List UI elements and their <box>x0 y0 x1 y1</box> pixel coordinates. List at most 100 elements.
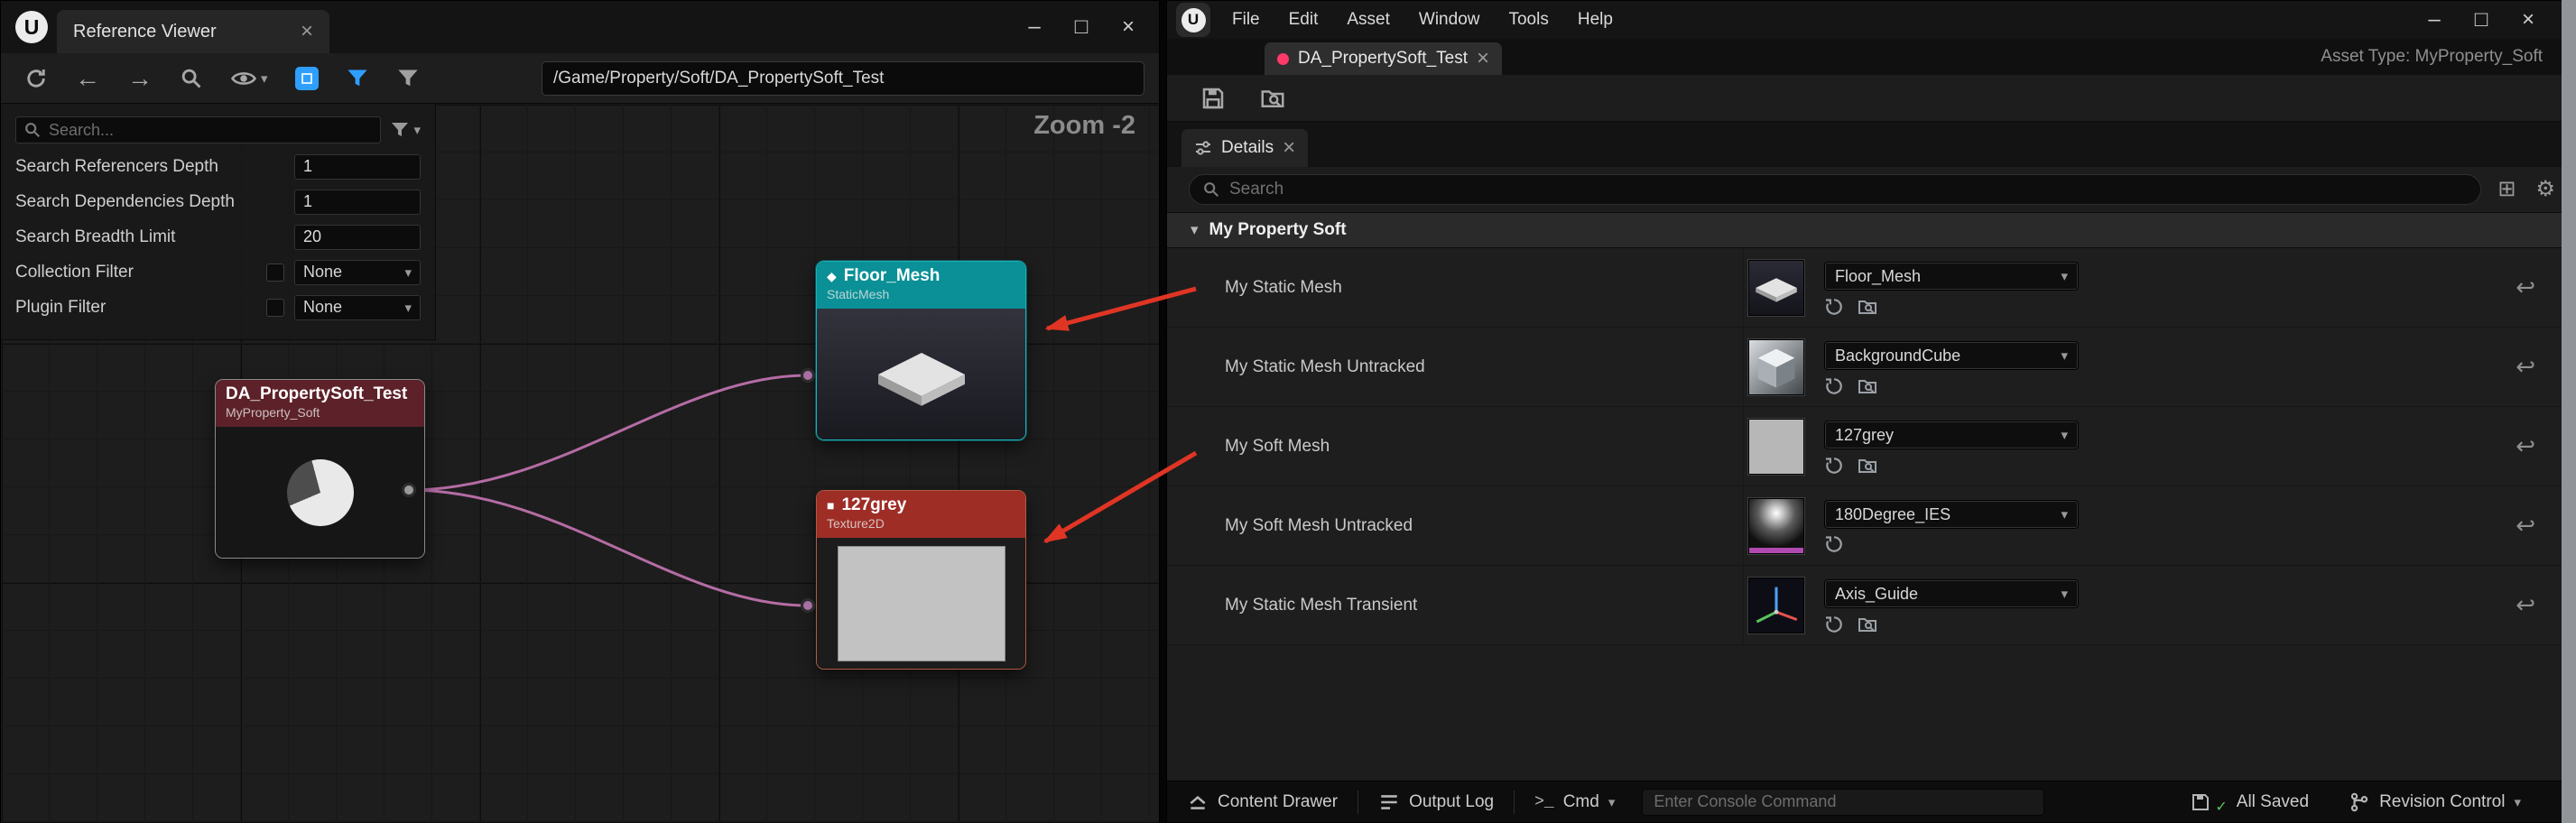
plugin-filter-label: Plugin Filter <box>15 298 266 318</box>
browse-to-button[interactable] <box>1857 375 1878 397</box>
graph-filter-options-button[interactable]: ▾ <box>390 120 421 140</box>
asset-tab[interactable]: DA_PropertySoft_Test × <box>1265 42 1502 75</box>
history-forward-button[interactable]: → <box>127 66 153 91</box>
chevron-down-icon: ▾ <box>2061 268 2068 284</box>
maximize-button[interactable]: □ <box>2458 1 2505 39</box>
screen: { "icons": { "close": "×", "minimize": "… <box>0 0 2576 823</box>
unreal-badge[interactable]: U <box>1176 3 1210 37</box>
duplicate-view-button[interactable] <box>295 67 319 90</box>
dependencies-depth-input[interactable] <box>294 190 421 215</box>
node-input-pin[interactable] <box>801 368 815 383</box>
browse-to-button[interactable] <box>1857 296 1878 318</box>
all-saved-button[interactable]: ✓ All Saved <box>2170 781 2329 823</box>
settings-gear-icon[interactable]: ⚙ <box>2535 176 2555 202</box>
close-window-button[interactable]: × <box>2505 1 2552 39</box>
menu-help[interactable]: Help <box>1563 1 1627 39</box>
reset-to-default-button[interactable]: ↩ <box>2516 432 2535 460</box>
window-controls: – □ × <box>1011 1 1152 53</box>
chevron-down-icon: ▾ <box>2061 347 2068 364</box>
cmd-dropdown-button[interactable]: >_ Cmd ▾ <box>1515 781 1635 823</box>
menu-tools[interactable]: Tools <box>1494 1 1562 39</box>
use-selected-button[interactable] <box>1824 534 1844 554</box>
use-selected-button[interactable] <box>1824 297 1844 317</box>
close-tab-icon[interactable]: × <box>1477 46 1489 71</box>
maximize-button[interactable]: □ <box>1058 1 1105 53</box>
asset-path-input[interactable] <box>553 69 1133 88</box>
browse-to-button[interactable] <box>1857 455 1878 476</box>
asset-picker-dropdown[interactable]: Floor_Mesh ▾ <box>1824 262 2079 291</box>
check-icon: ✓ <box>2215 798 2227 816</box>
content-drawer-button[interactable]: Content Drawer <box>1167 781 1357 823</box>
visibility-options-button[interactable]: ▾ <box>230 69 268 88</box>
branch-icon <box>2349 791 2370 813</box>
close-window-button[interactable]: × <box>1105 1 1152 53</box>
browse-to-asset-button[interactable] <box>1259 85 1286 112</box>
menu-asset[interactable]: Asset <box>1332 1 1404 39</box>
menu-edit[interactable]: Edit <box>1274 1 1333 39</box>
chevron-down-icon: ▾ <box>404 300 412 316</box>
plugin-filter-value: None <box>303 298 404 317</box>
asset-thumbnail[interactable] <box>1748 260 1804 316</box>
history-back-button[interactable]: ← <box>75 66 100 91</box>
asset-picker-dropdown[interactable]: 127grey ▾ <box>1824 421 2079 449</box>
unreal-logo-icon: U <box>1181 8 1206 32</box>
menu-window[interactable]: Window <box>1404 1 1495 39</box>
close-tab-icon[interactable]: × <box>301 19 313 44</box>
node-subtitle: Texture2D <box>827 516 1015 532</box>
node-output-pin[interactable] <box>402 483 416 497</box>
category-my-property-soft[interactable]: ▾ My Property Soft <box>1167 212 2575 248</box>
collection-filter-dropdown[interactable]: None ▾ <box>294 260 421 285</box>
use-selected-button[interactable] <box>1824 456 1844 476</box>
graph-node-floor-mesh[interactable]: ◆ Floor_Mesh StaticMesh <box>816 261 1026 440</box>
node-input-pin[interactable] <box>801 598 815 613</box>
asset-thumbnail[interactable] <box>1748 419 1804 475</box>
reset-to-default-button[interactable]: ↩ <box>2516 273 2535 301</box>
filters-active-button[interactable] <box>346 67 369 90</box>
display-options-icon[interactable]: ⊞ <box>2497 176 2516 202</box>
reset-to-default-button[interactable]: ↩ <box>2516 353 2535 381</box>
use-selected-button[interactable] <box>1824 615 1844 634</box>
plugin-filter-checkbox[interactable] <box>266 299 284 317</box>
minimize-button[interactable]: – <box>2411 1 2458 39</box>
reset-to-default-button[interactable]: ↩ <box>2516 512 2535 540</box>
menu-file[interactable]: File <box>1218 1 1274 39</box>
referencers-depth-input[interactable] <box>294 154 421 180</box>
log-lines-icon <box>1378 791 1400 813</box>
plugin-filter-dropdown[interactable]: None ▾ <box>294 295 421 320</box>
reset-to-default-button[interactable]: ↩ <box>2516 591 2535 619</box>
find-path-button[interactable] <box>180 67 203 90</box>
graph-node-da-propertysoft-test[interactable]: DA_PropertySoft_Test MyProperty_Soft <box>215 379 425 559</box>
data-asset-color-icon <box>1277 53 1289 65</box>
close-tab-icon[interactable]: × <box>1283 135 1295 161</box>
save-button[interactable] <box>1200 85 1227 112</box>
reference-graph-canvas[interactable]: Zoom -2 ▾ Search Referencers Depth Searc… <box>1 104 1159 823</box>
use-selected-button[interactable] <box>1824 376 1844 396</box>
dependencies-depth-label: Search Dependencies Depth <box>15 192 294 212</box>
use-selected-icon <box>1824 297 1844 317</box>
console-command-input[interactable] <box>1642 789 2044 816</box>
asset-thumbnail[interactable] <box>1748 498 1804 554</box>
output-log-button[interactable]: Output Log <box>1358 781 1514 823</box>
reference-viewer-tab[interactable]: Reference Viewer × <box>57 10 329 53</box>
asset-picker-dropdown[interactable]: BackgroundCube ▾ <box>1824 341 2079 370</box>
asset-picker-dropdown[interactable]: 180Degree_IES ▾ <box>1824 500 2079 529</box>
square-icon <box>301 73 312 84</box>
browse-to-button[interactable] <box>1857 614 1878 635</box>
minimize-button[interactable]: – <box>1011 1 1058 53</box>
details-tab[interactable]: Details × <box>1181 129 1308 167</box>
graph-node-127grey[interactable]: ■ 127grey Texture2D <box>816 490 1026 670</box>
refresh-button[interactable] <box>24 67 48 90</box>
asset-thumbnail[interactable] <box>1748 578 1804 633</box>
filter-list-button[interactable] <box>396 67 420 90</box>
asset-thumbnail[interactable] <box>1748 339 1804 395</box>
collection-filter-checkbox[interactable] <box>266 264 284 282</box>
asset-picker-dropdown[interactable]: Axis_Guide ▾ <box>1824 579 2079 608</box>
use-selected-icon <box>1824 376 1844 396</box>
property-row-my-static-mesh-transient: My Static Mesh Transient Axis_Guide ▾ ↩ <box>1167 566 2575 645</box>
collection-filter-label: Collection Filter <box>15 263 266 282</box>
breadth-limit-input[interactable] <box>294 225 421 250</box>
revision-control-button[interactable]: Revision Control ▾ <box>2329 781 2575 823</box>
graph-search-input[interactable] <box>49 121 373 140</box>
details-search-input[interactable] <box>1229 180 2468 199</box>
property-row-my-soft-mesh: My Soft Mesh 127grey ▾ ↩ <box>1167 407 2575 486</box>
